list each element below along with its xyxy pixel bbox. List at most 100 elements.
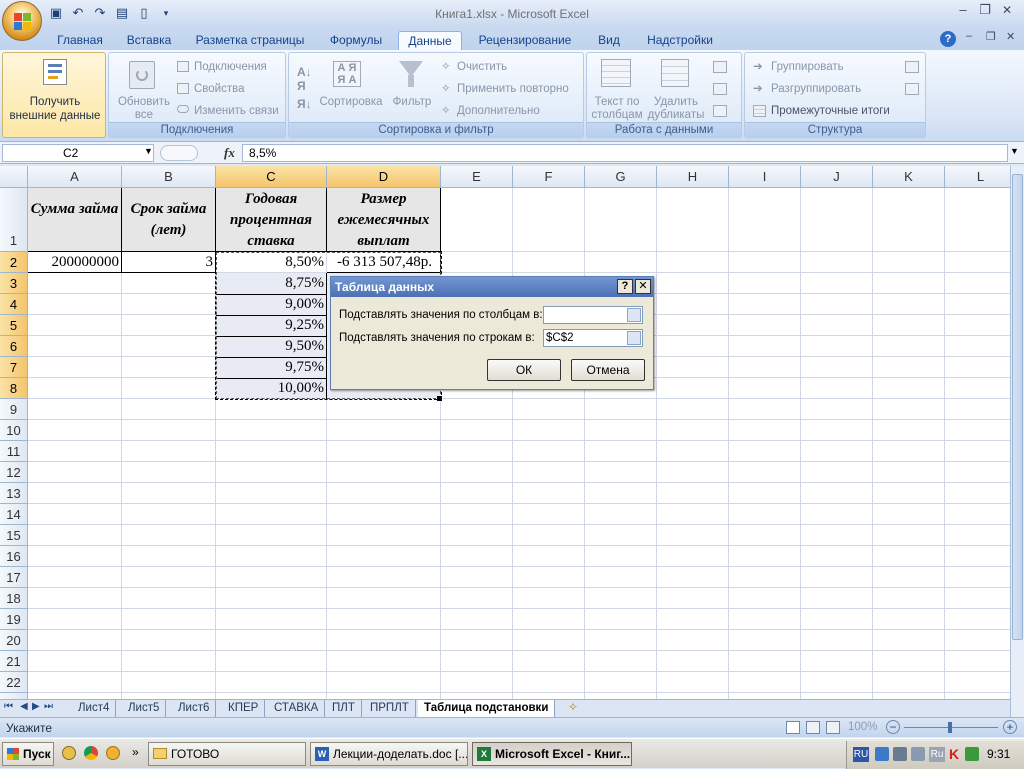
sheet-nav-next-icon[interactable]: ▶ xyxy=(32,701,40,712)
quicklaunch-more-icon[interactable]: » xyxy=(132,745,139,759)
tab-formulas[interactable]: Формулы xyxy=(320,31,392,50)
start-button[interactable]: Пуск xyxy=(2,742,54,766)
sheet-tab-stavka[interactable]: СТАВКА xyxy=(268,700,326,717)
formula-input[interactable]: 8,5% xyxy=(242,144,1008,162)
column-header-j[interactable]: J xyxy=(801,166,873,188)
row-header-18[interactable]: 18 xyxy=(0,588,28,609)
row-header-19[interactable]: 19 xyxy=(0,609,28,630)
taskbar-item-excel[interactable]: X Microsoft Excel - Книг... xyxy=(472,742,632,766)
dialog-title[interactable]: Таблица данных xyxy=(331,277,653,297)
tray-icon-3[interactable] xyxy=(911,747,925,761)
page-break-view-icon[interactable] xyxy=(826,721,840,734)
network-icon[interactable] xyxy=(965,747,979,761)
tray-icon-1[interactable] xyxy=(875,747,889,761)
formula-bar-splitter[interactable] xyxy=(160,145,198,161)
formula-expand-icon[interactable]: ▼ xyxy=(1010,146,1019,156)
column-header-f[interactable]: F xyxy=(513,166,585,188)
zoom-level[interactable]: 100% xyxy=(848,721,877,733)
restore-icon[interactable]: ❐ xyxy=(974,2,996,20)
filter-button[interactable]: Фильтр xyxy=(391,95,433,109)
name-box[interactable]: C2 xyxy=(2,144,154,162)
range-picker-icon[interactable] xyxy=(627,331,641,345)
insert-function-icon[interactable]: fx xyxy=(224,145,235,161)
sort-button[interactable]: Сортировка xyxy=(319,95,383,109)
tab-view[interactable]: Вид xyxy=(588,31,630,50)
taskbar-item-word[interactable]: W Лекции-доделать.doc [... xyxy=(310,742,468,766)
row-header-8[interactable]: 8 xyxy=(0,378,28,399)
insert-sheet-icon[interactable]: ✧ xyxy=(568,700,578,714)
cancel-button[interactable]: Отмена xyxy=(571,359,645,381)
cell-a2[interactable]: 200000000 xyxy=(28,252,122,273)
tab-page-layout[interactable]: Разметка страницы xyxy=(188,31,312,50)
row-header-11[interactable]: 11 xyxy=(0,441,28,462)
get-external-data-button[interactable]: Получить внешние данные xyxy=(2,52,106,138)
sheet-tab-list6[interactable]: Лист6 xyxy=(172,700,217,717)
row-header-4[interactable]: 4 xyxy=(0,294,28,315)
refresh-all-button[interactable]: Обновить xyxy=(113,95,175,109)
sort-az-icon[interactable]: A↓ Я xyxy=(297,65,312,93)
data-validation-icon[interactable] xyxy=(713,61,727,73)
language-indicator[interactable]: RU xyxy=(853,747,869,762)
sheet-nav-last-icon[interactable]: ⏭ xyxy=(44,701,53,712)
tab-insert[interactable]: Вставка xyxy=(118,31,180,50)
zoom-slider-thumb[interactable] xyxy=(948,722,952,733)
cell-c1[interactable]: Годовая процентная ставка xyxy=(216,188,327,252)
row-header-22[interactable]: 22 xyxy=(0,672,28,693)
select-all-corner[interactable] xyxy=(0,166,28,188)
office-button[interactable] xyxy=(2,1,42,41)
normal-view-icon[interactable] xyxy=(786,721,800,734)
row-header-20[interactable]: 20 xyxy=(0,630,28,651)
column-header-k[interactable]: K xyxy=(873,166,945,188)
row-header-16[interactable]: 16 xyxy=(0,546,28,567)
edit-links-button[interactable]: Изменить связи xyxy=(194,104,279,118)
column-header-b[interactable]: B xyxy=(122,166,216,188)
ungroup-button[interactable]: Разгруппировать xyxy=(771,82,861,96)
row-header-1[interactable]: 1 xyxy=(0,188,28,252)
worksheet-grid[interactable]: A B C D E F G H I J K L 1 2 3 4 5 6 7 8 … xyxy=(0,166,1010,699)
page-layout-view-icon[interactable] xyxy=(806,721,820,734)
clear-filter-button[interactable]: Очистить xyxy=(457,60,507,74)
ribbon-close-icon[interactable]: ✕ xyxy=(1006,30,1015,43)
sheet-tab-prplt[interactable]: ПРПЛТ xyxy=(364,700,416,717)
row-header-12[interactable]: 12 xyxy=(0,462,28,483)
zoom-in-icon[interactable]: + xyxy=(1003,720,1017,734)
show-detail-icon[interactable] xyxy=(905,61,919,73)
row-header-5[interactable]: 5 xyxy=(0,315,28,336)
keyboard-layout-icon[interactable]: Ru xyxy=(929,747,945,762)
sheet-tab-substitution-table[interactable]: Таблица подстановки xyxy=(418,700,556,717)
sheet-tab-plt[interactable]: ПЛТ xyxy=(326,700,362,717)
tab-home[interactable]: Главная xyxy=(48,31,112,50)
column-header-i[interactable]: I xyxy=(729,166,801,188)
properties-button[interactable]: Свойства xyxy=(194,82,245,96)
sheet-tab-list5[interactable]: Лист5 xyxy=(122,700,167,717)
close-icon[interactable]: ✕ xyxy=(996,2,1018,20)
dialog-help-button[interactable]: ? xyxy=(617,279,633,294)
ribbon-restore-icon[interactable]: ❐ xyxy=(986,30,996,43)
cell-b2[interactable]: 3 xyxy=(122,252,216,273)
text-to-columns-button[interactable]: Текст по xyxy=(587,95,647,109)
sheet-nav-prev-icon[interactable]: ◀ xyxy=(20,701,28,712)
fill-handle[interactable] xyxy=(437,396,442,401)
column-header-g[interactable]: G xyxy=(585,166,657,188)
group-button[interactable]: Группировать xyxy=(771,60,844,74)
row-header-15[interactable]: 15 xyxy=(0,525,28,546)
reapply-button[interactable]: Применить повторно xyxy=(457,82,569,96)
dialog-close-button[interactable]: ✕ xyxy=(635,279,651,294)
column-header-a[interactable]: A xyxy=(28,166,122,188)
consolidate-icon[interactable] xyxy=(713,83,727,95)
subtotals-button[interactable]: Промежуточные итоги xyxy=(771,104,890,118)
cell-b1[interactable]: Срок займа (лет) xyxy=(122,188,216,252)
quicklaunch-icon-1[interactable] xyxy=(62,746,76,760)
sheet-nav-first-icon[interactable]: ⏮ xyxy=(4,701,13,712)
column-header-c[interactable]: C xyxy=(216,166,327,188)
tray-icon-2[interactable] xyxy=(893,747,907,761)
vertical-scrollbar[interactable] xyxy=(1010,166,1024,717)
remove-duplicates-button[interactable]: Удалить xyxy=(645,95,707,109)
column-header-d[interactable]: D xyxy=(327,166,441,188)
column-header-h[interactable]: H xyxy=(657,166,729,188)
row-header-14[interactable]: 14 xyxy=(0,504,28,525)
sort-za-icon[interactable]: Я↓ xyxy=(297,97,312,111)
scrollbar-thumb[interactable] xyxy=(1012,174,1023,640)
ribbon-minimize-icon[interactable]: – xyxy=(966,30,972,42)
tab-review[interactable]: Рецензирование xyxy=(470,31,580,50)
